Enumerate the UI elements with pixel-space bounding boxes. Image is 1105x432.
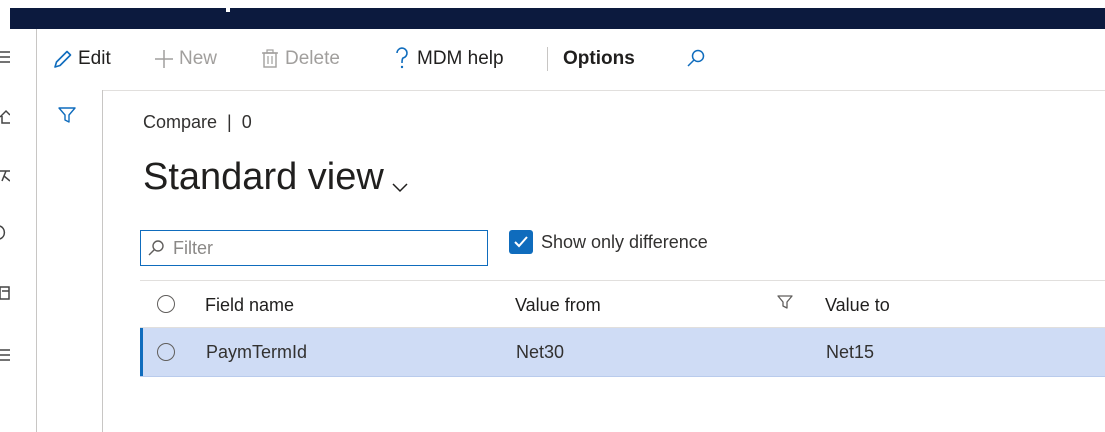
trash-icon — [259, 48, 281, 70]
view-selector[interactable]: Standard view — [143, 152, 408, 203]
column-header-field-name[interactable]: Field name — [205, 295, 294, 316]
column-header-value-to[interactable]: Value to — [825, 295, 890, 316]
modules-icon[interactable] — [0, 347, 18, 365]
cell-value-to: Net15 — [826, 342, 875, 362]
checkmark-icon[interactable] — [509, 230, 533, 254]
select-all-radio[interactable] — [157, 295, 175, 313]
chevron-down-icon — [392, 160, 408, 203]
main-content: Compare | 0 Standard view Show only diff… — [103, 90, 1105, 432]
new-button[interactable]: New — [153, 45, 217, 73]
filter-input-box[interactable] — [140, 230, 488, 266]
row-select-radio[interactable] — [157, 343, 175, 361]
page-title: Standard view — [143, 156, 384, 198]
options-label: Options — [563, 48, 635, 69]
recent-icon[interactable] — [0, 224, 18, 242]
left-navigation-rail — [0, 29, 37, 432]
funnel-icon[interactable] — [58, 106, 76, 129]
show-only-difference-checkbox[interactable]: Show only difference — [509, 230, 708, 254]
filter-pane — [37, 90, 103, 432]
edit-button[interactable]: Edit — [52, 45, 111, 73]
mdm-help-button[interactable]: MDM help — [391, 45, 504, 73]
search-button[interactable] — [685, 45, 711, 73]
home-icon[interactable] — [0, 109, 18, 127]
workspaces-icon[interactable] — [0, 285, 18, 303]
action-separator — [547, 47, 548, 71]
cell-value-from: Net30 — [516, 342, 565, 362]
options-tab[interactable]: Options — [563, 45, 635, 73]
favorites-icon[interactable] — [0, 167, 18, 185]
table-row[interactable]: PaymTermId Net30 Net15 — [140, 328, 1105, 377]
plus-icon — [153, 48, 175, 70]
grid-header: Field name Value from Value to — [140, 280, 1105, 328]
cell-field-name: PaymTermId — [206, 342, 308, 362]
pencil-icon — [52, 48, 74, 70]
mdm-help-label: MDM help — [417, 48, 504, 69]
delete-button[interactable]: Delete — [259, 45, 340, 73]
search-icon — [685, 48, 707, 70]
breadcrumb: Compare | 0 — [143, 112, 252, 132]
action-pane: Edit New Delete MDM help Options — [37, 29, 1105, 91]
selected-row-indicator — [140, 328, 143, 376]
show-only-difference-label: Show only difference — [541, 231, 708, 252]
title-bar — [10, 8, 1105, 29]
delete-label: Delete — [285, 48, 340, 69]
search-icon — [147, 239, 165, 257]
question-icon — [391, 46, 413, 72]
window-top-edge — [0, 0, 1105, 8]
edit-label: Edit — [78, 48, 111, 69]
filter-input[interactable] — [171, 236, 465, 260]
title-bar-text-fragment — [226, 8, 230, 12]
column-filter-icon[interactable] — [777, 294, 793, 315]
compare-grid: Field name Value from Value to PaymTermI… — [140, 280, 1105, 377]
column-header-value-from[interactable]: Value from — [515, 295, 601, 316]
hamburger-menu-icon[interactable] — [0, 49, 18, 67]
new-label: New — [179, 48, 218, 69]
